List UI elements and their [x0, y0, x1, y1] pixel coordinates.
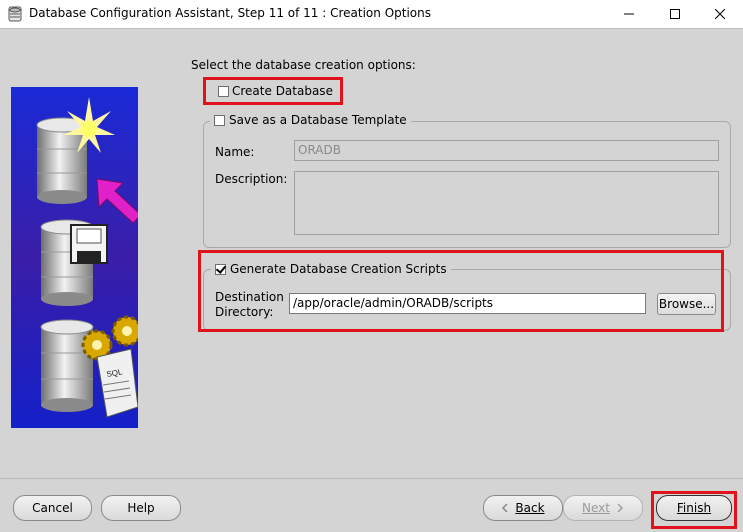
cancel-button-label: Cancel: [32, 501, 73, 515]
title-bar: Database Configuration Assistant, Step 1…: [0, 0, 743, 29]
template-description-label: Description:: [215, 172, 288, 186]
maximize-icon: [670, 9, 680, 19]
cancel-button[interactable]: Cancel: [13, 495, 92, 521]
close-button[interactable]: [697, 0, 743, 28]
window-title: Database Configuration Assistant, Step 1…: [29, 6, 431, 20]
close-icon: [715, 9, 725, 19]
title-separator: [0, 28, 743, 29]
minimize-button[interactable]: [606, 0, 652, 28]
help-button[interactable]: Help: [101, 495, 181, 521]
minimize-icon: [624, 13, 634, 15]
help-button-label: Help: [127, 501, 155, 515]
bottom-separator: [0, 478, 743, 479]
scripts-highlight: [198, 250, 724, 332]
next-button-label: Next: [582, 501, 610, 515]
maximize-button[interactable]: [652, 0, 698, 28]
chevron-right-icon: [617, 503, 624, 513]
back-button-label: Back: [515, 501, 545, 515]
template-group-legend: Save as a Database Template: [210, 113, 411, 127]
create-database-highlight: [203, 77, 343, 105]
save-template-label: Save as a Database Template: [229, 113, 407, 127]
chevron-left-icon: [502, 503, 508, 513]
creation-options-prompt: Select the database creation options:: [191, 58, 416, 72]
back-button[interactable]: Back: [483, 495, 563, 521]
template-name-field[interactable]: ORADB: [294, 140, 719, 161]
database-illustration: SQL: [11, 87, 138, 428]
database-app-icon: [8, 6, 22, 22]
save-template-checkbox[interactable]: [214, 114, 225, 126]
finish-highlight: [651, 491, 737, 529]
template-description-field[interactable]: [294, 171, 719, 235]
template-name-label: Name:: [215, 145, 255, 159]
next-button[interactable]: Next: [563, 495, 643, 521]
